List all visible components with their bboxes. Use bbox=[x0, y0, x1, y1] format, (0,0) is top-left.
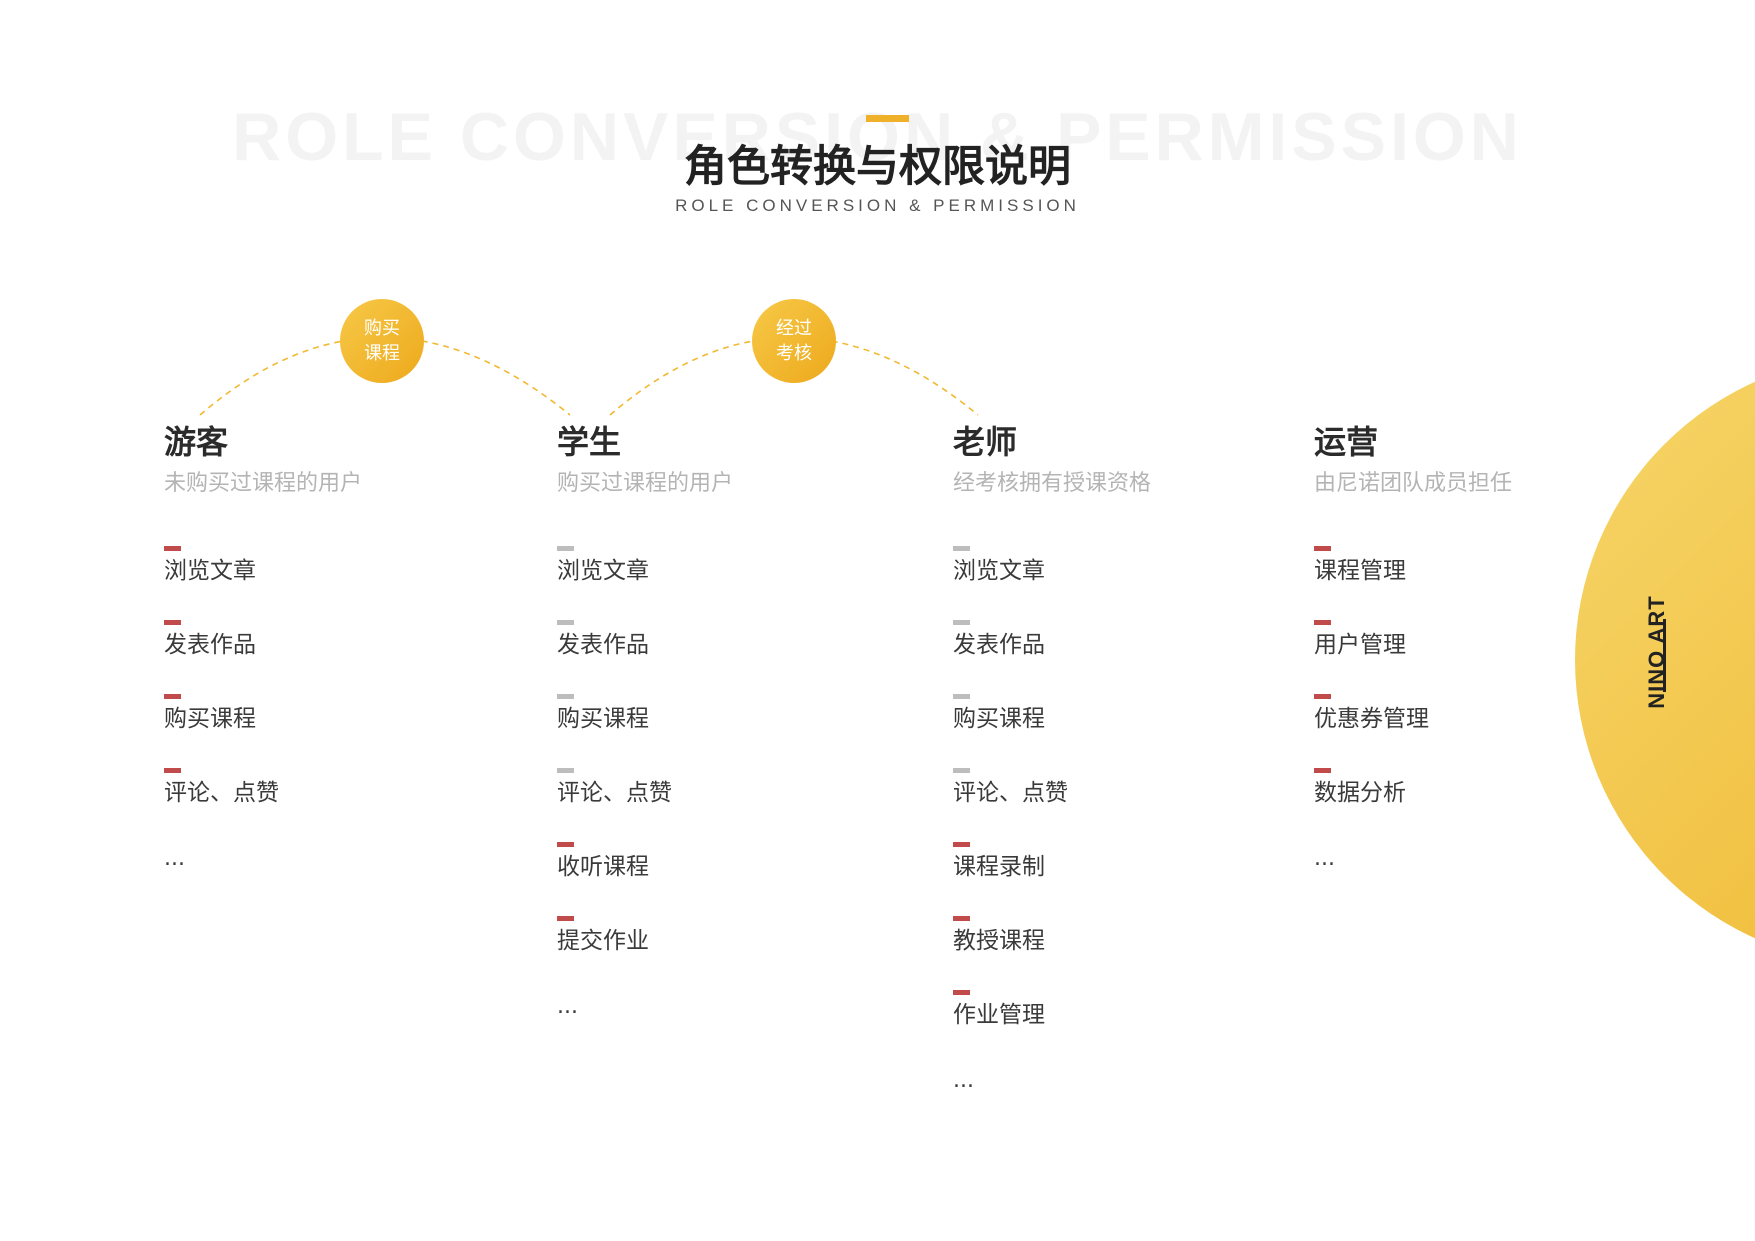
brand-mark: NINO ART bbox=[1627, 595, 1687, 711]
permission-label: 课程录制 bbox=[953, 854, 1045, 880]
new-permission-marker bbox=[1314, 546, 1331, 551]
inherited-permission-marker bbox=[953, 694, 970, 699]
permission-item: 发表作品 bbox=[164, 620, 494, 694]
role-name: 老师 bbox=[953, 423, 1018, 461]
permission-item: 浏览文章 bbox=[557, 546, 887, 620]
permission-list: 浏览文章发表作品购买课程评论、点赞课程录制教授课程作业管理... bbox=[953, 546, 1283, 1106]
permission-item: 课程管理 bbox=[1314, 546, 1644, 620]
permission-item: 购买课程 bbox=[557, 694, 887, 768]
permission-label: 浏览文章 bbox=[164, 558, 256, 584]
more-ellipsis: ... bbox=[1314, 846, 1335, 871]
new-permission-marker bbox=[164, 768, 181, 773]
role-description: 经考核拥有授课资格 bbox=[953, 471, 1152, 496]
permission-item: 优惠券管理 bbox=[1314, 694, 1644, 768]
permission-list: 浏览文章发表作品购买课程评论、点赞... bbox=[164, 546, 494, 884]
permission-item: 评论、点赞 bbox=[953, 768, 1283, 842]
role-name: 游客 bbox=[164, 423, 229, 461]
page-title: 角色转换与权限说明 bbox=[684, 142, 1071, 192]
badge-line: 课程 bbox=[364, 343, 400, 364]
role-column-guest: 游客未购买过课程的用户 浏览文章发表作品购买课程评论、点赞... bbox=[164, 420, 494, 884]
permission-label: 发表作品 bbox=[557, 632, 649, 658]
permission-item: 数据分析 bbox=[1314, 768, 1644, 842]
permission-label: 发表作品 bbox=[953, 632, 1045, 658]
permission-item: 评论、点赞 bbox=[164, 768, 494, 842]
permission-item: 用户管理 bbox=[1314, 620, 1644, 694]
role-description: 由尼诺团队成员担任 bbox=[1314, 471, 1513, 496]
permission-label: 评论、点赞 bbox=[953, 780, 1068, 806]
permission-item: 购买课程 bbox=[953, 694, 1283, 768]
new-permission-marker bbox=[953, 990, 970, 995]
permission-item: 购买课程 bbox=[164, 694, 494, 768]
title-accent-bar bbox=[866, 115, 909, 122]
permission-list: 浏览文章发表作品购买课程评论、点赞收听课程提交作业... bbox=[557, 546, 887, 1032]
permission-item: 发表作品 bbox=[953, 620, 1283, 694]
badge-line: 购买 bbox=[364, 318, 400, 339]
permission-item: 评论、点赞 bbox=[557, 768, 887, 842]
new-permission-marker bbox=[1314, 620, 1331, 625]
inherited-permission-marker bbox=[953, 768, 970, 773]
role-column-student: 学生购买过课程的用户 浏览文章发表作品购买课程评论、点赞收听课程提交作业... bbox=[557, 420, 887, 1032]
permission-list: 课程管理用户管理优惠券管理数据分析... bbox=[1314, 546, 1644, 884]
inherited-permission-marker bbox=[557, 546, 574, 551]
permission-label: 发表作品 bbox=[164, 632, 256, 658]
new-permission-marker bbox=[953, 916, 970, 921]
permission-label: 作业管理 bbox=[953, 1002, 1045, 1028]
inherited-permission-marker bbox=[557, 620, 574, 625]
transition-badge-review: 经过 考核 bbox=[752, 299, 836, 383]
permission-item: 提交作业 bbox=[557, 916, 887, 990]
permission-label: 教授课程 bbox=[953, 928, 1045, 954]
new-permission-marker bbox=[1314, 768, 1331, 773]
permission-label: 课程管理 bbox=[1314, 558, 1406, 584]
new-permission-marker bbox=[557, 842, 574, 847]
permission-label: 浏览文章 bbox=[953, 558, 1045, 584]
page-subtitle: ROLE CONVERSION & PERMISSION bbox=[675, 196, 1080, 215]
role-column-teacher: 老师经考核拥有授课资格 浏览文章发表作品购买课程评论、点赞课程录制教授课程作业管理… bbox=[953, 420, 1283, 1106]
permission-label: 评论、点赞 bbox=[557, 780, 672, 806]
role-description: 购买过课程的用户 bbox=[557, 471, 734, 496]
role-column-operator: 运营由尼诺团队成员担任 课程管理用户管理优惠券管理数据分析... bbox=[1314, 420, 1644, 884]
permission-label: 用户管理 bbox=[1314, 632, 1406, 658]
permission-label: 购买课程 bbox=[164, 706, 256, 732]
permission-item: 课程录制 bbox=[953, 842, 1283, 916]
new-permission-marker bbox=[164, 694, 181, 699]
permission-item: 收听课程 bbox=[557, 842, 887, 916]
badge-line: 经过 bbox=[776, 318, 812, 339]
brand-text: NINO ART bbox=[1644, 595, 1669, 709]
permission-label: 优惠券管理 bbox=[1314, 706, 1429, 732]
inherited-permission-marker bbox=[557, 768, 574, 773]
permission-item: 作业管理 bbox=[953, 990, 1283, 1064]
badge-line: 考核 bbox=[776, 343, 812, 364]
permission-label: 购买课程 bbox=[557, 706, 649, 732]
inherited-permission-marker bbox=[557, 694, 574, 699]
inherited-permission-marker bbox=[953, 620, 970, 625]
role-name: 学生 bbox=[557, 423, 622, 461]
new-permission-marker bbox=[164, 620, 181, 625]
more-ellipsis: ... bbox=[164, 846, 185, 871]
more-ellipsis: ... bbox=[953, 1068, 974, 1093]
permission-item: 发表作品 bbox=[557, 620, 887, 694]
permission-item: 浏览文章 bbox=[164, 546, 494, 620]
permission-label: 数据分析 bbox=[1314, 780, 1406, 806]
inherited-permission-marker bbox=[953, 546, 970, 551]
new-permission-marker bbox=[953, 842, 970, 847]
brand-divider bbox=[1663, 619, 1666, 692]
more-ellipsis: ... bbox=[557, 994, 578, 1019]
role-description: 未购买过课程的用户 bbox=[164, 471, 363, 496]
role-name: 运营 bbox=[1314, 423, 1379, 461]
permission-label: 浏览文章 bbox=[557, 558, 649, 584]
permission-label: 评论、点赞 bbox=[164, 780, 279, 806]
new-permission-marker bbox=[164, 546, 181, 551]
permission-label: 提交作业 bbox=[557, 928, 649, 954]
permission-item: 教授课程 bbox=[953, 916, 1283, 990]
transition-badge-purchase: 购买 课程 bbox=[340, 299, 424, 383]
permission-label: 购买课程 bbox=[953, 706, 1045, 732]
permission-item: 浏览文章 bbox=[953, 546, 1283, 620]
new-permission-marker bbox=[1314, 694, 1331, 699]
new-permission-marker bbox=[557, 916, 574, 921]
permission-label: 收听课程 bbox=[557, 854, 649, 880]
